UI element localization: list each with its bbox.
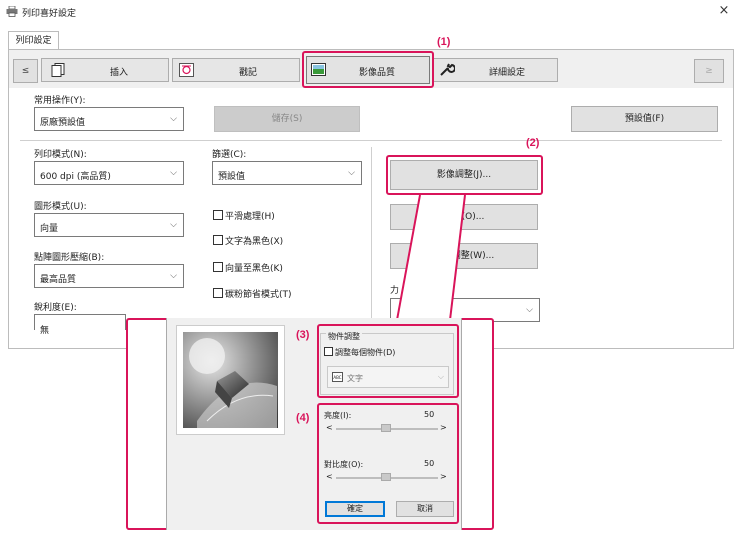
raster-compression-label: 點陣圖形壓縮(B): — [34, 253, 105, 263]
title-bar — [0, 0, 737, 24]
screening-label: 篩選(C): — [212, 150, 247, 160]
print-mode-value: 600 dpi (高品質) — [40, 172, 111, 182]
chevron-down-icon: ⌵ — [170, 114, 177, 124]
raster-compression-select[interactable]: 最高品質 ⌵ — [34, 264, 184, 288]
print-mode-select[interactable]: 600 dpi (高品質) ⌵ — [34, 161, 184, 185]
callout-2: (2) — [526, 137, 540, 149]
toolbar-insert-label: 插入 — [110, 68, 129, 78]
chevron-down-icon: ⌵ — [348, 168, 355, 178]
checkbox-box — [213, 288, 223, 298]
smoothing-label: 平滑處理(H) — [225, 212, 275, 222]
text-to-black-checkbox[interactable]: 文字為黑色(X) — [213, 234, 283, 247]
raster-compression-value: 最高品質 — [40, 275, 77, 285]
toolbar-stamp-label: 戳記 — [239, 68, 258, 78]
save-button-label: 儲存(S) — [271, 114, 303, 124]
divider — [20, 140, 722, 141]
preview-pane — [176, 325, 285, 435]
screening-value: 預設值 — [218, 172, 246, 182]
font-button[interactable]: 字型(O)... — [390, 204, 538, 230]
common-ops-label: 常用操作(Y): — [34, 96, 86, 106]
close-icon[interactable]: × — [716, 3, 732, 19]
defaults-button-label: 預設值(F) — [624, 114, 665, 124]
preview-image — [183, 332, 278, 428]
toner-save-label: 碳粉節省模式(T) — [225, 290, 292, 300]
checkbox-box — [213, 235, 223, 245]
callout-box-2 — [386, 155, 543, 195]
callout-1: (1) — [437, 36, 451, 48]
vector-to-black-label: 向量至黑色(K) — [225, 264, 283, 274]
callout-box-3 — [317, 324, 459, 398]
chevron-down-icon: ⌵ — [170, 168, 177, 178]
smoothing-checkbox[interactable]: 平滑處理(H) — [213, 209, 275, 222]
common-ops-select[interactable]: 原廠預設值 ⌵ — [34, 107, 184, 131]
vertical-divider — [371, 147, 372, 319]
sharpness-value: 無 — [40, 326, 50, 336]
common-ops-value: 原廠預設值 — [40, 118, 86, 128]
callout-3: (3) — [296, 329, 310, 341]
tab-print-settings[interactable]: 列印設定 — [8, 31, 59, 50]
defaults-button[interactable]: 預設值(F) — [571, 106, 718, 132]
toolbar-stamp-button[interactable]: 戳記 — [172, 58, 300, 82]
toner-save-checkbox[interactable]: 碳粉節省模式(T) — [213, 287, 292, 300]
window-title: 列印喜好設定 — [22, 9, 77, 19]
partial-label: 力 — [390, 286, 400, 296]
save-button[interactable]: 儲存(S) — [214, 106, 360, 132]
toolbar-next-button[interactable]: ≥ — [694, 59, 724, 83]
chevron-down-icon: ⌵ — [526, 305, 533, 315]
insert-pages-icon — [51, 63, 65, 77]
graphics-mode-value: 向量 — [40, 224, 59, 234]
toolbar-advanced-button[interactable]: 詳細設定 — [432, 58, 558, 82]
toolbar-insert-button[interactable]: 插入 — [41, 58, 169, 82]
wrench-icon — [440, 63, 455, 76]
vector-to-black-checkbox[interactable]: 向量至黑色(K) — [213, 261, 283, 274]
font-button-label: 字型(O)... — [443, 212, 485, 222]
stamp-icon — [179, 63, 194, 77]
line-width-label: 線寬調整(W)... — [433, 251, 495, 261]
callout-box-4 — [317, 403, 459, 524]
chevron-down-icon: ⌵ — [170, 271, 177, 281]
callout-box-1 — [302, 51, 434, 88]
toolbar-prev-button[interactable]: ≤ — [13, 59, 38, 83]
printer-icon — [6, 6, 18, 17]
callout-4: (4) — [296, 412, 310, 424]
line-width-button[interactable]: 線寬調整(W)... — [390, 243, 538, 269]
text-to-black-label: 文字為黑色(X) — [225, 237, 284, 247]
checkbox-box — [213, 210, 223, 220]
graphics-mode-select[interactable]: 向量 ⌵ — [34, 213, 184, 237]
screening-select[interactable]: 預設值 ⌵ — [212, 161, 362, 185]
toolbar-advanced-label: 詳細設定 — [489, 68, 526, 78]
sharpness-label: 銳利度(E): — [34, 303, 77, 313]
checkbox-box — [213, 262, 223, 272]
graphics-mode-label: 圖形模式(U): — [34, 202, 87, 212]
print-mode-label: 列印模式(N): — [34, 150, 87, 160]
chevron-down-icon: ⌵ — [170, 220, 177, 230]
sharpness-select[interactable]: 無 — [34, 314, 126, 336]
